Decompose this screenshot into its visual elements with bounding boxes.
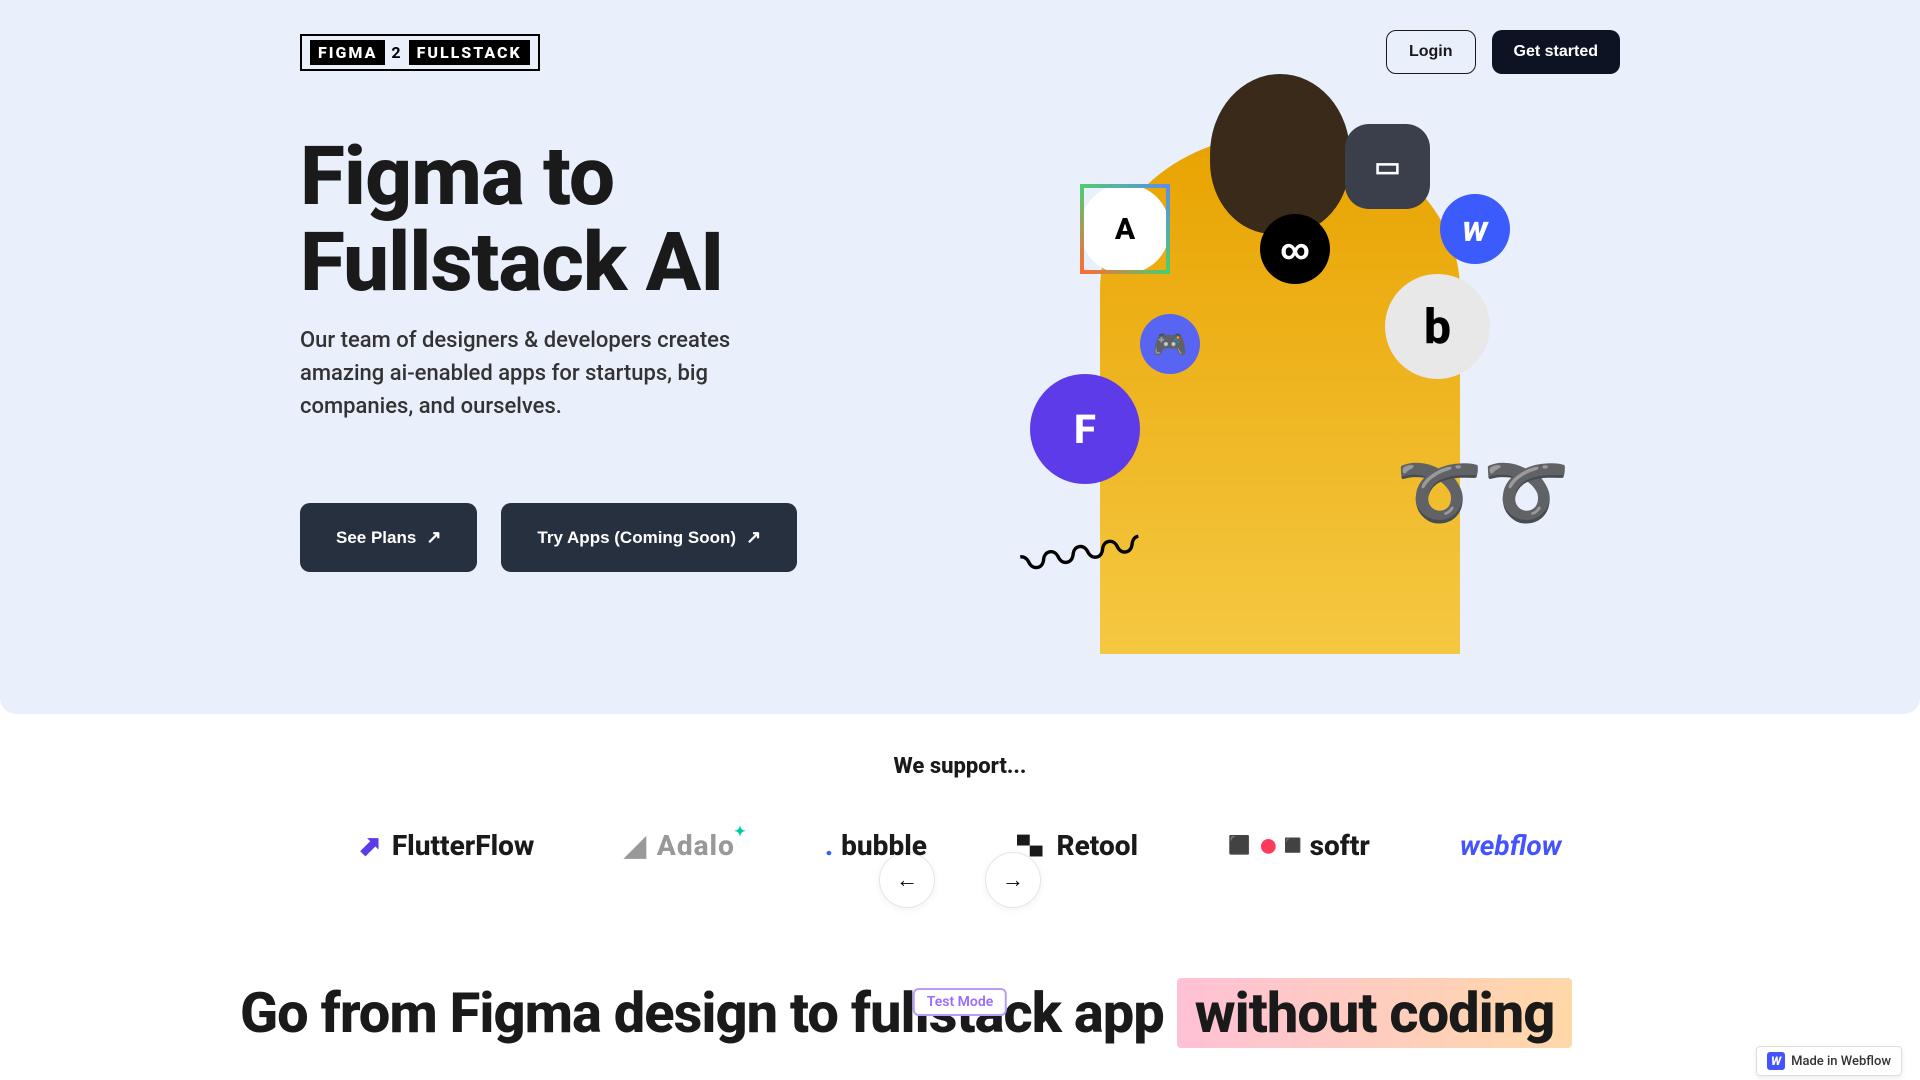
arrow-left-icon: ←: [896, 867, 918, 893]
try-apps-label: Try Apps (Coming Soon): [537, 528, 736, 548]
login-button[interactable]: Login: [1386, 30, 1476, 74]
adalo-dot-icon: ✦: [734, 824, 747, 840]
framer-icon: F: [1030, 374, 1140, 484]
heading-highlight: without coding: [1177, 978, 1573, 1048]
test-mode-badge: Test Mode: [913, 988, 1007, 1016]
navbar: FIGMA 2 FULLSTACK Login Get started: [60, 30, 1860, 74]
logo-middle: 2: [389, 43, 404, 62]
algolia-icon: A: [1080, 184, 1170, 274]
discord-icon: 🎮: [1140, 314, 1200, 374]
adalo-text: Adalo: [657, 829, 735, 862]
heading-pre: Go from Figma design to fullstack app: [240, 980, 1177, 1046]
adalo-logo: Adalo ✦: [624, 829, 735, 862]
infinity-icon: ∞: [1260, 214, 1330, 284]
window-icon: ▭: [1345, 124, 1430, 209]
arrow-up-right-icon: ↗: [426, 527, 441, 548]
nav-actions: Login Get started: [1386, 30, 1620, 74]
hero-buttons: See Plans ↗ Try Apps (Coming Soon) ↗: [300, 503, 860, 572]
decorative-squiggle-right: ➰➰: [1396, 452, 1570, 534]
softr-dot-icon: ⬤: [1260, 838, 1276, 854]
arrow-right-icon: →: [1002, 867, 1024, 893]
made-in-webflow-badge[interactable]: W Made in Webflow: [1756, 1046, 1902, 1076]
support-title: We support...: [0, 754, 1920, 779]
tool-logo-carousel: FlutterFlow Adalo ✦ bubble Retool ⬤ ⬛ so…: [0, 829, 1920, 862]
softr-text: softr: [1310, 829, 1370, 862]
see-plans-button[interactable]: See Plans ↗: [300, 503, 477, 572]
hero-subtitle: Our team of designers & developers creat…: [300, 324, 780, 423]
webflow-badge-text: Made in Webflow: [1791, 1054, 1891, 1069]
bubble-logo: bubble: [825, 829, 927, 862]
hero-section: FIGMA 2 FULLSTACK Login Get started Figm…: [0, 0, 1920, 714]
webflow-circle-icon: w: [1440, 194, 1510, 264]
support-section: We support... FlutterFlow Adalo ✦ bubble…: [0, 714, 1920, 928]
logo-part-1: FIGMA: [310, 40, 385, 65]
webflow-logo: webflow: [1460, 829, 1562, 862]
bold-b-icon: b: [1385, 274, 1490, 379]
hero-left: Figma to Fullstack AI Our team of design…: [300, 134, 860, 654]
get-started-button[interactable]: Get started: [1492, 30, 1620, 74]
decorative-squiggle-left: 〰〰: [1013, 497, 1146, 604]
webflow-badge-icon: W: [1767, 1052, 1785, 1070]
hero-title: Figma to Fullstack AI: [300, 134, 860, 306]
softr-logo: ⬤ ⬛ softr: [1228, 829, 1370, 862]
retool-logo: Retool: [1017, 829, 1138, 862]
see-plans-label: See Plans: [336, 528, 416, 548]
hero-person-figure: A 🎮 F ∞ ▭ w b 〰〰 ➰➰: [1100, 134, 1460, 654]
softr-square-icon: ⬛: [1284, 838, 1301, 854]
arrow-up-right-icon: ↗: [746, 527, 761, 548]
try-apps-button[interactable]: Try Apps (Coming Soon) ↗: [501, 503, 797, 572]
headline-section: Test Mode Go from Figma design to fullst…: [0, 928, 1920, 1048]
hero-illustration: A 🎮 F ∞ ▭ w b 〰〰 ➰➰: [940, 134, 1620, 654]
site-logo[interactable]: FIGMA 2 FULLSTACK: [300, 34, 540, 71]
hero-content: Figma to Fullstack AI Our team of design…: [60, 134, 1860, 654]
flutterflow-logo: FlutterFlow: [358, 829, 534, 862]
logo-part-2: FULLSTACK: [409, 40, 530, 65]
